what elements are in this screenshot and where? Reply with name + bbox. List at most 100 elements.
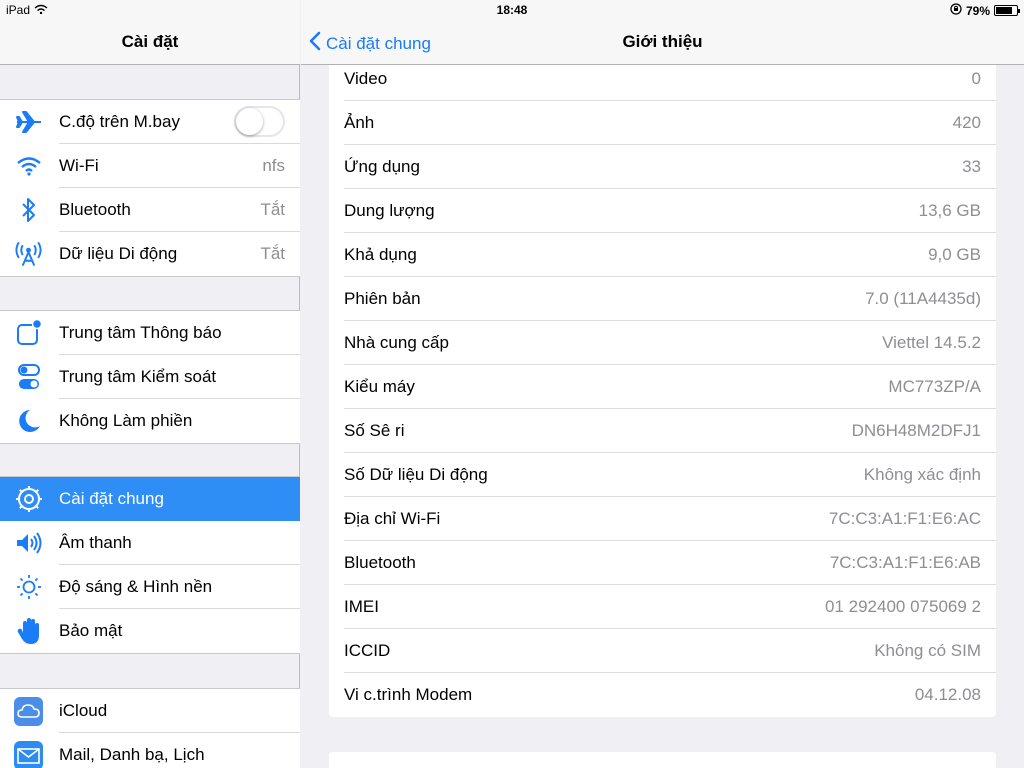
sidebar-item-label: Wi-Fi	[59, 156, 99, 175]
info-key: Số Dữ liệu Di động	[344, 465, 488, 484]
sidebar-item-control-center[interactable]: Trung tâm Kiểm soát	[0, 355, 300, 399]
sidebar-item-bluetooth[interactable]: Bluetooth Tắt	[0, 188, 300, 232]
info-value: 01 292400 075069 2	[825, 597, 981, 616]
info-key: Số Sê ri	[344, 421, 405, 440]
info-key: Địa chỉ Wi-Fi	[344, 509, 441, 528]
page-title: Giới thiệu	[622, 32, 703, 51]
info-value: 33	[962, 157, 981, 176]
info-row-carrier: Nhà cung cấp Viettel 14.5.2	[329, 321, 996, 365]
sidebar-item-label: Bluetooth	[59, 200, 131, 219]
sidebar-item-general[interactable]: Cài đặt chung	[0, 477, 300, 521]
next-section-card	[329, 752, 996, 768]
hand-icon	[14, 618, 43, 644]
info-value: 13,6 GB	[918, 201, 981, 220]
airplane-icon	[14, 109, 43, 135]
settings-sidebar: Cài đặt C.độ trên M.bay Wi-Fi nfs Blueto…	[0, 0, 300, 768]
info-value: 04.12.08	[914, 685, 981, 704]
sidebar-group-general: Cài đặt chung Âm thanh Độ sáng & Hình nề…	[0, 476, 300, 654]
sidebar-item-label: Mail, Danh bạ, Lịch	[59, 745, 205, 764]
info-key: Ứng dụng	[344, 157, 420, 176]
sidebar-group-centers: Trung tâm Thông báo Trung tâm Kiểm soát …	[0, 310, 300, 444]
info-row-version: Phiên bản 7.0 (11A4435d)	[329, 277, 996, 321]
sidebar-group-accounts: iCloud Mail, Danh bạ, Lịch	[0, 688, 300, 768]
notification-center-icon	[14, 319, 43, 346]
info-value: DN6H48M2DFJ1	[851, 421, 981, 440]
sidebar-item-label: Cài đặt chung	[59, 489, 164, 508]
sidebar-item-label: Âm thanh	[59, 533, 132, 552]
info-row-serial-number: Số Sê ri DN6H48M2DFJ1	[329, 409, 996, 453]
gear-icon	[14, 486, 43, 512]
info-row-capacity: Dung lượng 13,6 GB	[329, 189, 996, 233]
info-value: 7C:C3:A1:F1:E6:AB	[829, 553, 981, 572]
info-value: 0	[971, 69, 981, 88]
sidebar-item-mail-contacts-calendars[interactable]: Mail, Danh bạ, Lịch	[0, 733, 300, 768]
sidebar-item-sounds[interactable]: Âm thanh	[0, 521, 300, 565]
sidebar-item-label: Trung tâm Kiểm soát	[59, 367, 217, 386]
info-row-applications: Ứng dụng 33	[329, 145, 996, 189]
sidebar-item-label: Độ sáng & Hình nền	[59, 577, 213, 596]
info-value: 7.0 (11A4435d)	[865, 289, 981, 308]
info-key: Phiên bản	[344, 289, 421, 308]
battery-icon	[994, 5, 1020, 16]
info-key: Khả dụng	[344, 245, 417, 264]
info-key: ICCID	[344, 641, 391, 660]
info-row-imei: IMEI 01 292400 075069 2	[329, 585, 996, 629]
sidebar-item-notification-center[interactable]: Trung tâm Thông báo	[0, 311, 300, 355]
sidebar-title: Cài đặt	[121, 32, 179, 51]
info-value: Viettel 14.5.2	[882, 333, 981, 352]
info-key: Vi c.trình Modem	[344, 685, 473, 704]
status-time: 18:48	[496, 3, 528, 17]
sidebar-item-value: Tắt	[260, 200, 285, 219]
info-value: 7C:C3:A1:F1:E6:AC	[828, 509, 981, 528]
toggle-knob	[236, 108, 263, 135]
sidebar-item-value: Tắt	[260, 244, 285, 263]
control-center-icon	[14, 364, 43, 390]
info-key: Kiểu máy	[344, 377, 415, 396]
mail-icon	[14, 740, 43, 768]
battery-fill	[996, 7, 1012, 14]
cellular-icon	[14, 241, 43, 267]
about-detail-pane: Cài đặt chung Giới thiệu Video 0 Ảnh 420 Ứ…	[301, 0, 1024, 768]
info-value: Không có SIM	[874, 641, 981, 660]
info-row-wifi-address: Địa chỉ Wi-Fi 7C:C3:A1:F1:E6:AC	[329, 497, 996, 541]
sidebar-item-privacy[interactable]: Bảo mật	[0, 609, 300, 653]
info-key: Video	[344, 69, 388, 88]
sidebar-item-cellular-data[interactable]: Dữ liệu Di động Tắt	[0, 232, 300, 276]
status-bar: iPad 18:48 79%	[0, 0, 1024, 20]
info-key: IMEI	[344, 597, 379, 616]
info-row-modem-firmware: Vi c.trình Modem 04.12.08	[329, 673, 996, 717]
info-row-available: Khả dụng 9,0 GB	[329, 233, 996, 277]
icloud-icon	[14, 696, 43, 726]
sidebar-item-label: C.độ trên M.bay	[59, 112, 180, 131]
sidebar-item-label: Dữ liệu Di động	[59, 244, 178, 263]
info-row-iccid: ICCID Không có SIM	[329, 629, 996, 673]
status-right: 79%	[950, 3, 1020, 18]
info-row-cellular-data-number: Số Dữ liệu Di động Không xác định	[329, 453, 996, 497]
sidebar-item-do-not-disturb[interactable]: Không Làm phiền	[0, 399, 300, 443]
info-key: Dung lượng	[344, 201, 435, 220]
info-row-model: Kiểu máy MC773ZP/A	[329, 365, 996, 409]
sidebar-item-brightness-wallpaper[interactable]: Độ sáng & Hình nền	[0, 565, 300, 609]
sidebar-item-label: Không Làm phiền	[59, 411, 193, 430]
bluetooth-icon	[14, 197, 43, 223]
info-value: Không xác định	[863, 465, 981, 484]
sidebar-item-airplane-mode[interactable]: C.độ trên M.bay	[0, 100, 300, 144]
wifi-icon	[14, 153, 43, 179]
brightness-icon	[14, 574, 43, 600]
sidebar-item-icloud[interactable]: iCloud	[0, 689, 300, 733]
info-row-photos: Ảnh 420	[329, 101, 996, 145]
sidebar-item-value: nfs	[262, 156, 285, 175]
battery-percentage: 79%	[965, 3, 990, 18]
sidebar-item-label: Trung tâm Thông báo	[59, 323, 222, 342]
info-row-bluetooth: Bluetooth 7C:C3:A1:F1:E6:AB	[329, 541, 996, 585]
sidebar-item-label: iCloud	[59, 701, 108, 720]
info-key: Bluetooth	[344, 553, 416, 572]
info-key: Ảnh	[344, 113, 375, 132]
sidebar-group-connectivity: C.độ trên M.bay Wi-Fi nfs Bluetooth Tắt …	[0, 99, 300, 277]
airplane-mode-toggle[interactable]	[234, 106, 285, 137]
sidebar-item-wifi[interactable]: Wi-Fi nfs	[0, 144, 300, 188]
sidebar-item-label: Bảo mật	[59, 621, 123, 640]
info-value: MC773ZP/A	[888, 377, 981, 396]
orientation-lock-icon	[950, 3, 962, 18]
info-key: Nhà cung cấp	[344, 333, 449, 352]
